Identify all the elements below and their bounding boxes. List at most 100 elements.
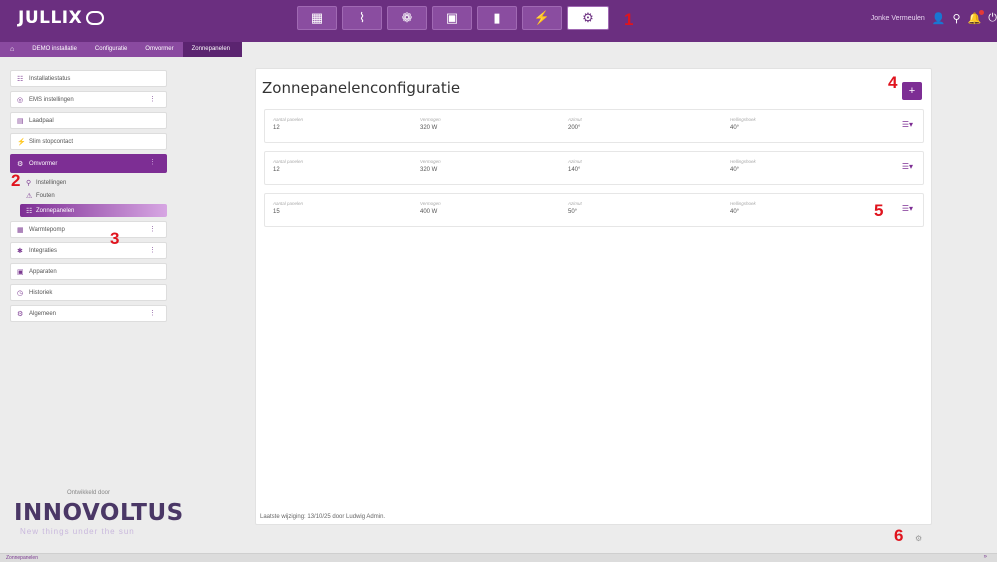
solar-config-list: Aantal panelen 12 Vermogen 320 W Azimut 200…: [264, 109, 924, 235]
sidebar-subitem-label: Fouten: [36, 192, 55, 199]
app-logo[interactable]: JULLIX: [18, 8, 105, 28]
row-menu-button[interactable]: ☰▾: [902, 162, 913, 171]
sidebar-subitem-instellingen[interactable]: ⚲ Instellingen: [20, 177, 167, 188]
battery-icon: ▣: [445, 10, 459, 25]
sidebar-subitem-zonnepanelen[interactable]: ☷ Zonnepanelen: [20, 204, 167, 217]
power-icon[interactable]: ⏻: [988, 12, 997, 25]
row-menu-button[interactable]: ☰▾: [902, 120, 913, 129]
cell-azimuth: Azimut 200°: [568, 117, 582, 131]
cell-count: Aantal panelen 12: [273, 117, 303, 131]
home-icon[interactable]: ⌂: [8, 42, 23, 57]
status-icon: ☷: [17, 75, 24, 83]
cog-icon: ⚙: [17, 310, 24, 318]
sidebar-item-label: Integraties: [29, 247, 58, 254]
field-label: Aantal panelen: [273, 201, 304, 206]
step-marker: 4: [888, 73, 898, 92]
sidebar-item-integraties[interactable]: ✱ Integraties ⋮: [10, 242, 167, 259]
cell-power: Vermogen 400 W: [420, 201, 441, 215]
last-modified-text: Laatste wijziging: 13/10/25 door Ludwig …: [260, 514, 386, 520]
breadcrumb-current: Zonnepanelen: [182, 42, 242, 57]
breadcrumb-item[interactable]: Configuratie: [86, 42, 136, 57]
chart-icon: ⌇: [358, 10, 366, 25]
panel-settings-icon[interactable]: ⚙: [915, 534, 925, 544]
breadcrumb-item[interactable]: DEMO installatie: [23, 42, 86, 57]
user-name[interactable]: Jonke Vermeulen: [871, 15, 925, 22]
plug-icon: ⚡: [17, 138, 26, 146]
charger-icon: ▤: [17, 117, 24, 125]
cell-tilt: Hellingshoek 40°: [730, 159, 756, 173]
nav-dashboard-button[interactable]: ▦: [297, 6, 337, 30]
sidebar-item-label: Algemeen: [29, 310, 57, 317]
sidebar-item-label: Laadpaal: [29, 117, 54, 124]
cell-power: Vermogen 320 W: [420, 159, 441, 173]
collapse-icon[interactable]: »: [984, 554, 987, 560]
sidebar-item-installatiestatus[interactable]: ☷ Installatiestatus: [10, 70, 167, 87]
settings-icon: ⚲: [26, 179, 32, 187]
search-icon[interactable]: ⚲: [953, 12, 961, 25]
menu-icon: ☰▾: [901, 162, 913, 171]
page-title: Zonnepanelenconfiguratie: [262, 79, 461, 97]
heatpump-icon: ▦: [17, 226, 24, 234]
add-solar-config-button[interactable]: +: [902, 82, 922, 100]
field-value: 40°: [730, 209, 740, 215]
plug-icon: ⚡: [533, 10, 551, 25]
brain-icon: ❁: [401, 10, 413, 25]
cell-count: Aantal panelen 15: [273, 201, 303, 215]
bell-icon[interactable]: 🔔: [968, 10, 985, 25]
cell-azimuth: Azimut 50°: [568, 201, 582, 215]
field-value: 40°: [730, 125, 740, 131]
sidebar-item-algemeen[interactable]: ⚙ Algemeen ⋮: [10, 305, 167, 322]
user-icon[interactable]: 👤: [932, 12, 946, 25]
history-icon: ◷: [17, 289, 24, 297]
sidebar-item-apparaten[interactable]: ▣ Apparaten: [10, 263, 167, 280]
nav-plug-button[interactable]: ⚡: [522, 6, 562, 30]
sidebar-subitem-fouten[interactable]: ⚠ Fouten: [20, 190, 167, 201]
powered-by: Ontwikkeld door: [66, 490, 111, 496]
menu-icon: ☰▾: [901, 204, 913, 213]
list-item: Aantal panelen 12 Vermogen 320 W Azimut 200…: [264, 109, 924, 143]
step-marker: 3: [110, 229, 120, 248]
sidebar-item-label: Warmtepomp: [29, 226, 65, 233]
dashboard-icon: ▦: [310, 10, 324, 25]
more-icon[interactable]: ⋮: [149, 246, 156, 254]
more-icon[interactable]: ⋮: [149, 95, 156, 103]
integration-icon: ✱: [17, 247, 23, 255]
more-icon[interactable]: ⋮: [149, 309, 156, 317]
nav-battery-button[interactable]: ▣: [432, 6, 472, 30]
step-marker: 5: [874, 201, 884, 220]
field-label: Vermogen: [420, 201, 441, 206]
sidebar-item-warmtepomp[interactable]: ▦ Warmtepomp ⋮: [10, 221, 167, 238]
sidebar-item-ems[interactable]: ◎ EMS instellingen ⋮: [10, 91, 167, 108]
more-icon[interactable]: ⋮: [149, 158, 156, 166]
list-item: Aantal panelen 12 Vermogen 320 W Azimut 140…: [264, 151, 924, 185]
top-navigation-bar: JULLIX ▦ ⌇ ❁ ▣ ▮ ⚡ ⚙ Jonke Vermeulen 👤 ⚲…: [0, 0, 997, 42]
nav-settings-button[interactable]: ⚙: [567, 6, 609, 30]
breadcrumb-item[interactable]: Omvormer: [136, 42, 182, 57]
sidebar-item-historiek[interactable]: ◷ Historiek: [10, 284, 167, 301]
sidebar-item-slim-stopcontact[interactable]: ⚡ Slim stopcontact: [10, 133, 167, 150]
brand-logo: INNOVOLTUS: [14, 500, 184, 526]
sidebar: ☷ Installatiestatus ◎ EMS instellingen ⋮…: [10, 70, 167, 326]
sidebar-item-omvormer[interactable]: ⚙ Omvormer ⋮: [10, 154, 167, 173]
sidebar-item-label: EMS instellingen: [29, 96, 74, 103]
cell-count: Aantal panelen 12: [273, 159, 303, 173]
more-icon[interactable]: ⋮: [149, 225, 156, 233]
sidebar-subitem-label: Zonnepanelen: [36, 207, 75, 214]
nav-chart-button[interactable]: ⌇: [342, 6, 382, 30]
field-label: Azimut: [568, 201, 582, 206]
sidebar-item-laadpaal[interactable]: ▤ Laadpaal: [10, 112, 167, 129]
field-value: 400 W: [420, 209, 438, 215]
gear-icon: ⚙: [17, 160, 24, 168]
gear-icon: ⚙: [582, 10, 594, 25]
step-marker: 1: [624, 10, 634, 29]
sidebar-item-label: Apparaten: [29, 268, 57, 275]
brand-tagline: New things under the sun: [20, 527, 135, 536]
row-menu-button[interactable]: ☰▾: [902, 204, 913, 213]
field-label: Vermogen: [420, 159, 441, 164]
breadcrumb: ⌂ DEMO installatie Configuratie Omvormer…: [0, 42, 242, 57]
field-value: 12: [273, 125, 280, 131]
nav-brain-button[interactable]: ❁: [387, 6, 427, 30]
cell-tilt: Hellingshoek 40°: [730, 201, 756, 215]
nav-device-button[interactable]: ▮: [477, 6, 517, 30]
step-marker: 2: [11, 171, 21, 190]
